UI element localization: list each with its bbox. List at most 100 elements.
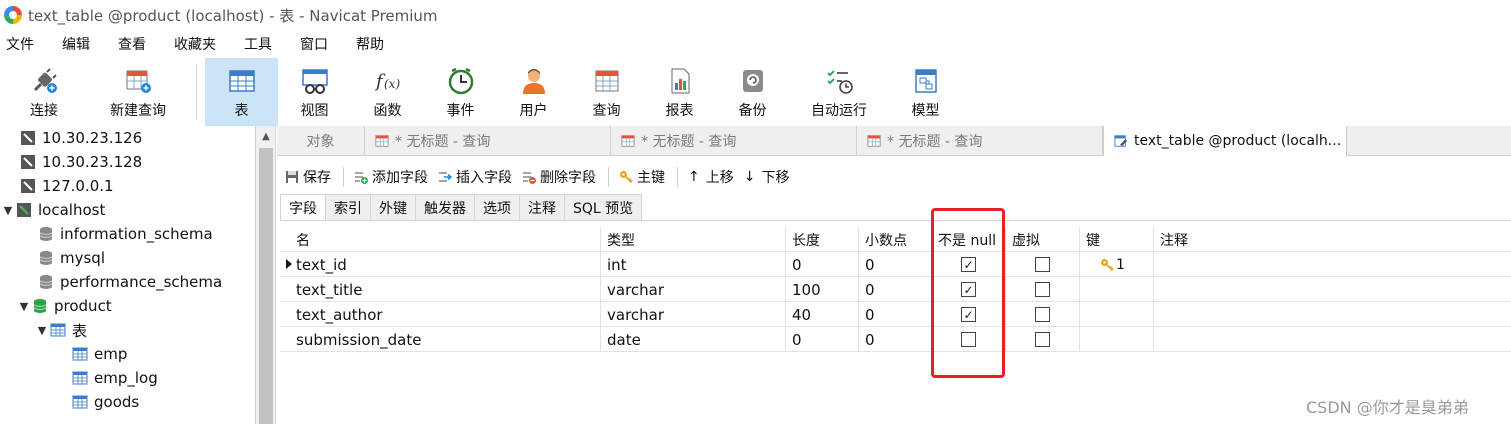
automation-button[interactable]: 自动运行 [789,58,889,126]
event-button[interactable]: 事件 [424,58,497,126]
table-row[interactable]: text_id int 0 0 ✓ 1 [280,252,1511,277]
report-button[interactable]: 报表 [643,58,716,126]
query-button[interactable]: 查询 [570,58,643,126]
key-cell[interactable] [1080,277,1154,302]
field-length-cell[interactable]: 100 [786,277,859,302]
move-up-button[interactable]: ↑ 上移 [688,167,734,187]
tab-sql-preview[interactable]: SQL 预览 [564,194,643,220]
field-comment-cell[interactable] [1154,327,1511,352]
field-name-cell[interactable]: text_id [290,252,601,277]
scroll-up-arrow-icon[interactable]: ▲ [256,126,276,146]
tree-item-table[interactable]: emp [0,342,255,366]
header-comment[interactable]: 注释 [1154,227,1511,252]
field-length-cell[interactable]: 40 [786,302,859,327]
field-decimals-cell[interactable]: 0 [859,252,932,277]
field-decimals-cell[interactable]: 0 [859,277,932,302]
menu-window[interactable]: 窗口 [300,34,328,54]
header-decimals[interactable]: 小数点 [859,227,932,252]
tree-item-product[interactable]: ▼ product [0,294,255,318]
table-row[interactable]: submission_date date 0 0 [280,327,1511,352]
virtual-checkbox[interactable] [1035,307,1050,322]
field-type-cell[interactable]: date [601,327,786,352]
tree-item-table[interactable]: goods [0,390,255,414]
tab-foreign-keys[interactable]: 外键 [370,194,416,220]
move-down-button[interactable]: ↓ 下移 [744,167,790,187]
function-button[interactable]: f (x) 函数 [351,58,424,126]
menu-tools[interactable]: 工具 [244,34,272,54]
virtual-checkbox[interactable] [1035,332,1050,347]
tab-fields[interactable]: 字段 [280,194,326,220]
header-type[interactable]: 类型 [601,227,786,252]
tab-triggers[interactable]: 触发器 [415,194,475,220]
field-comment-cell[interactable] [1154,277,1511,302]
header-virtual[interactable]: 虚拟 [1006,227,1080,252]
save-button[interactable]: 保存 [285,167,331,187]
tree-item-connection-3[interactable]: 127.0.0.1 [0,174,255,198]
connect-button[interactable]: 连接 [0,58,88,126]
field-comment-cell[interactable] [1154,252,1511,277]
tab-query-1[interactable]: * 无标题 - 查询 [365,126,611,156]
backup-button[interactable]: 备份 [716,58,789,126]
chevron-down-icon[interactable]: ▼ [34,324,50,337]
tree-item-label: 10.30.23.128 [42,153,143,171]
field-name-cell[interactable]: submission_date [290,327,601,352]
delete-field-button[interactable]: 删除字段 [522,167,596,187]
tab-objects[interactable]: 对象 [277,126,365,156]
virtual-checkbox[interactable] [1035,282,1050,297]
menu-view[interactable]: 查看 [118,34,146,54]
primary-key-button[interactable]: 主键 [619,167,665,187]
view-button[interactable]: 视图 [278,58,351,126]
field-type-cell[interactable]: varchar [601,302,786,327]
tree-item-tables[interactable]: ▼ 表 [0,318,255,342]
field-name-cell[interactable]: text_author [290,302,601,327]
field-comment-cell[interactable] [1154,302,1511,327]
menu-edit[interactable]: 编辑 [62,34,90,54]
table-row[interactable]: text_title varchar 100 0 ✓ [280,277,1511,302]
key-cell[interactable] [1080,302,1154,327]
tree-item-database[interactable]: information_schema [0,222,255,246]
header-name[interactable]: 名 [290,227,601,252]
sidebar-scrollbar[interactable]: ▲ [256,126,276,424]
header-key[interactable]: 键 [1080,227,1154,252]
tab-query-3[interactable]: * 无标题 - 查询 [857,126,1103,156]
field-decimals-cell[interactable]: 0 [859,327,932,352]
tab-query-2[interactable]: * 无标题 - 查询 [611,126,857,156]
key-cell[interactable] [1080,327,1154,352]
main-toolbar: 连接 新建查询 表 视图 f (x) 函数 事件 用户 查询 报表 备份 自动运… [0,58,1511,126]
tab-indexes[interactable]: 索引 [325,194,371,220]
field-type-cell[interactable]: varchar [601,277,786,302]
virtual-checkbox[interactable] [1035,257,1050,272]
tab-comment[interactable]: 注释 [519,194,565,220]
key-cell[interactable]: 1 [1080,252,1154,277]
report-icon [665,66,695,96]
field-name-cell[interactable]: text_title [290,277,601,302]
new-query-button[interactable]: 新建查询 [88,58,188,126]
tab-text-table-design[interactable]: text_table @product (localh... [1103,126,1347,156]
menu-file[interactable]: 文件 [6,34,34,54]
model-button[interactable]: 模型 [889,58,962,126]
tree-item-database[interactable]: mysql [0,246,255,270]
field-length-cell[interactable]: 0 [786,252,859,277]
tree-item-database[interactable]: performance_schema [0,270,255,294]
chevron-down-icon[interactable]: ▼ [0,204,16,217]
plug-icon [29,66,59,96]
tree-item-connection-1[interactable]: 10.30.23.126 [0,126,255,150]
chevron-down-icon[interactable]: ▼ [16,300,32,313]
add-field-button[interactable]: 添加字段 [354,167,428,187]
table-row[interactable]: text_author varchar 40 0 ✓ [280,302,1511,327]
tree-item-table[interactable]: emp_log [0,366,255,390]
user-button[interactable]: 用户 [497,58,570,126]
tree-item-connection-2[interactable]: 10.30.23.128 [0,150,255,174]
menu-favorites[interactable]: 收藏夹 [174,34,216,54]
field-type-cell[interactable]: int [601,252,786,277]
tree-item-localhost[interactable]: ▼ localhost [0,198,255,222]
header-length[interactable]: 长度 [786,227,859,252]
scrollbar-thumb[interactable] [259,148,273,424]
tab-options[interactable]: 选项 [474,194,520,220]
table-button[interactable]: 表 [205,58,278,126]
connection-icon [21,155,35,169]
field-length-cell[interactable]: 0 [786,327,859,352]
field-decimals-cell[interactable]: 0 [859,302,932,327]
menu-help[interactable]: 帮助 [356,34,384,54]
insert-field-button[interactable]: 插入字段 [438,167,512,187]
